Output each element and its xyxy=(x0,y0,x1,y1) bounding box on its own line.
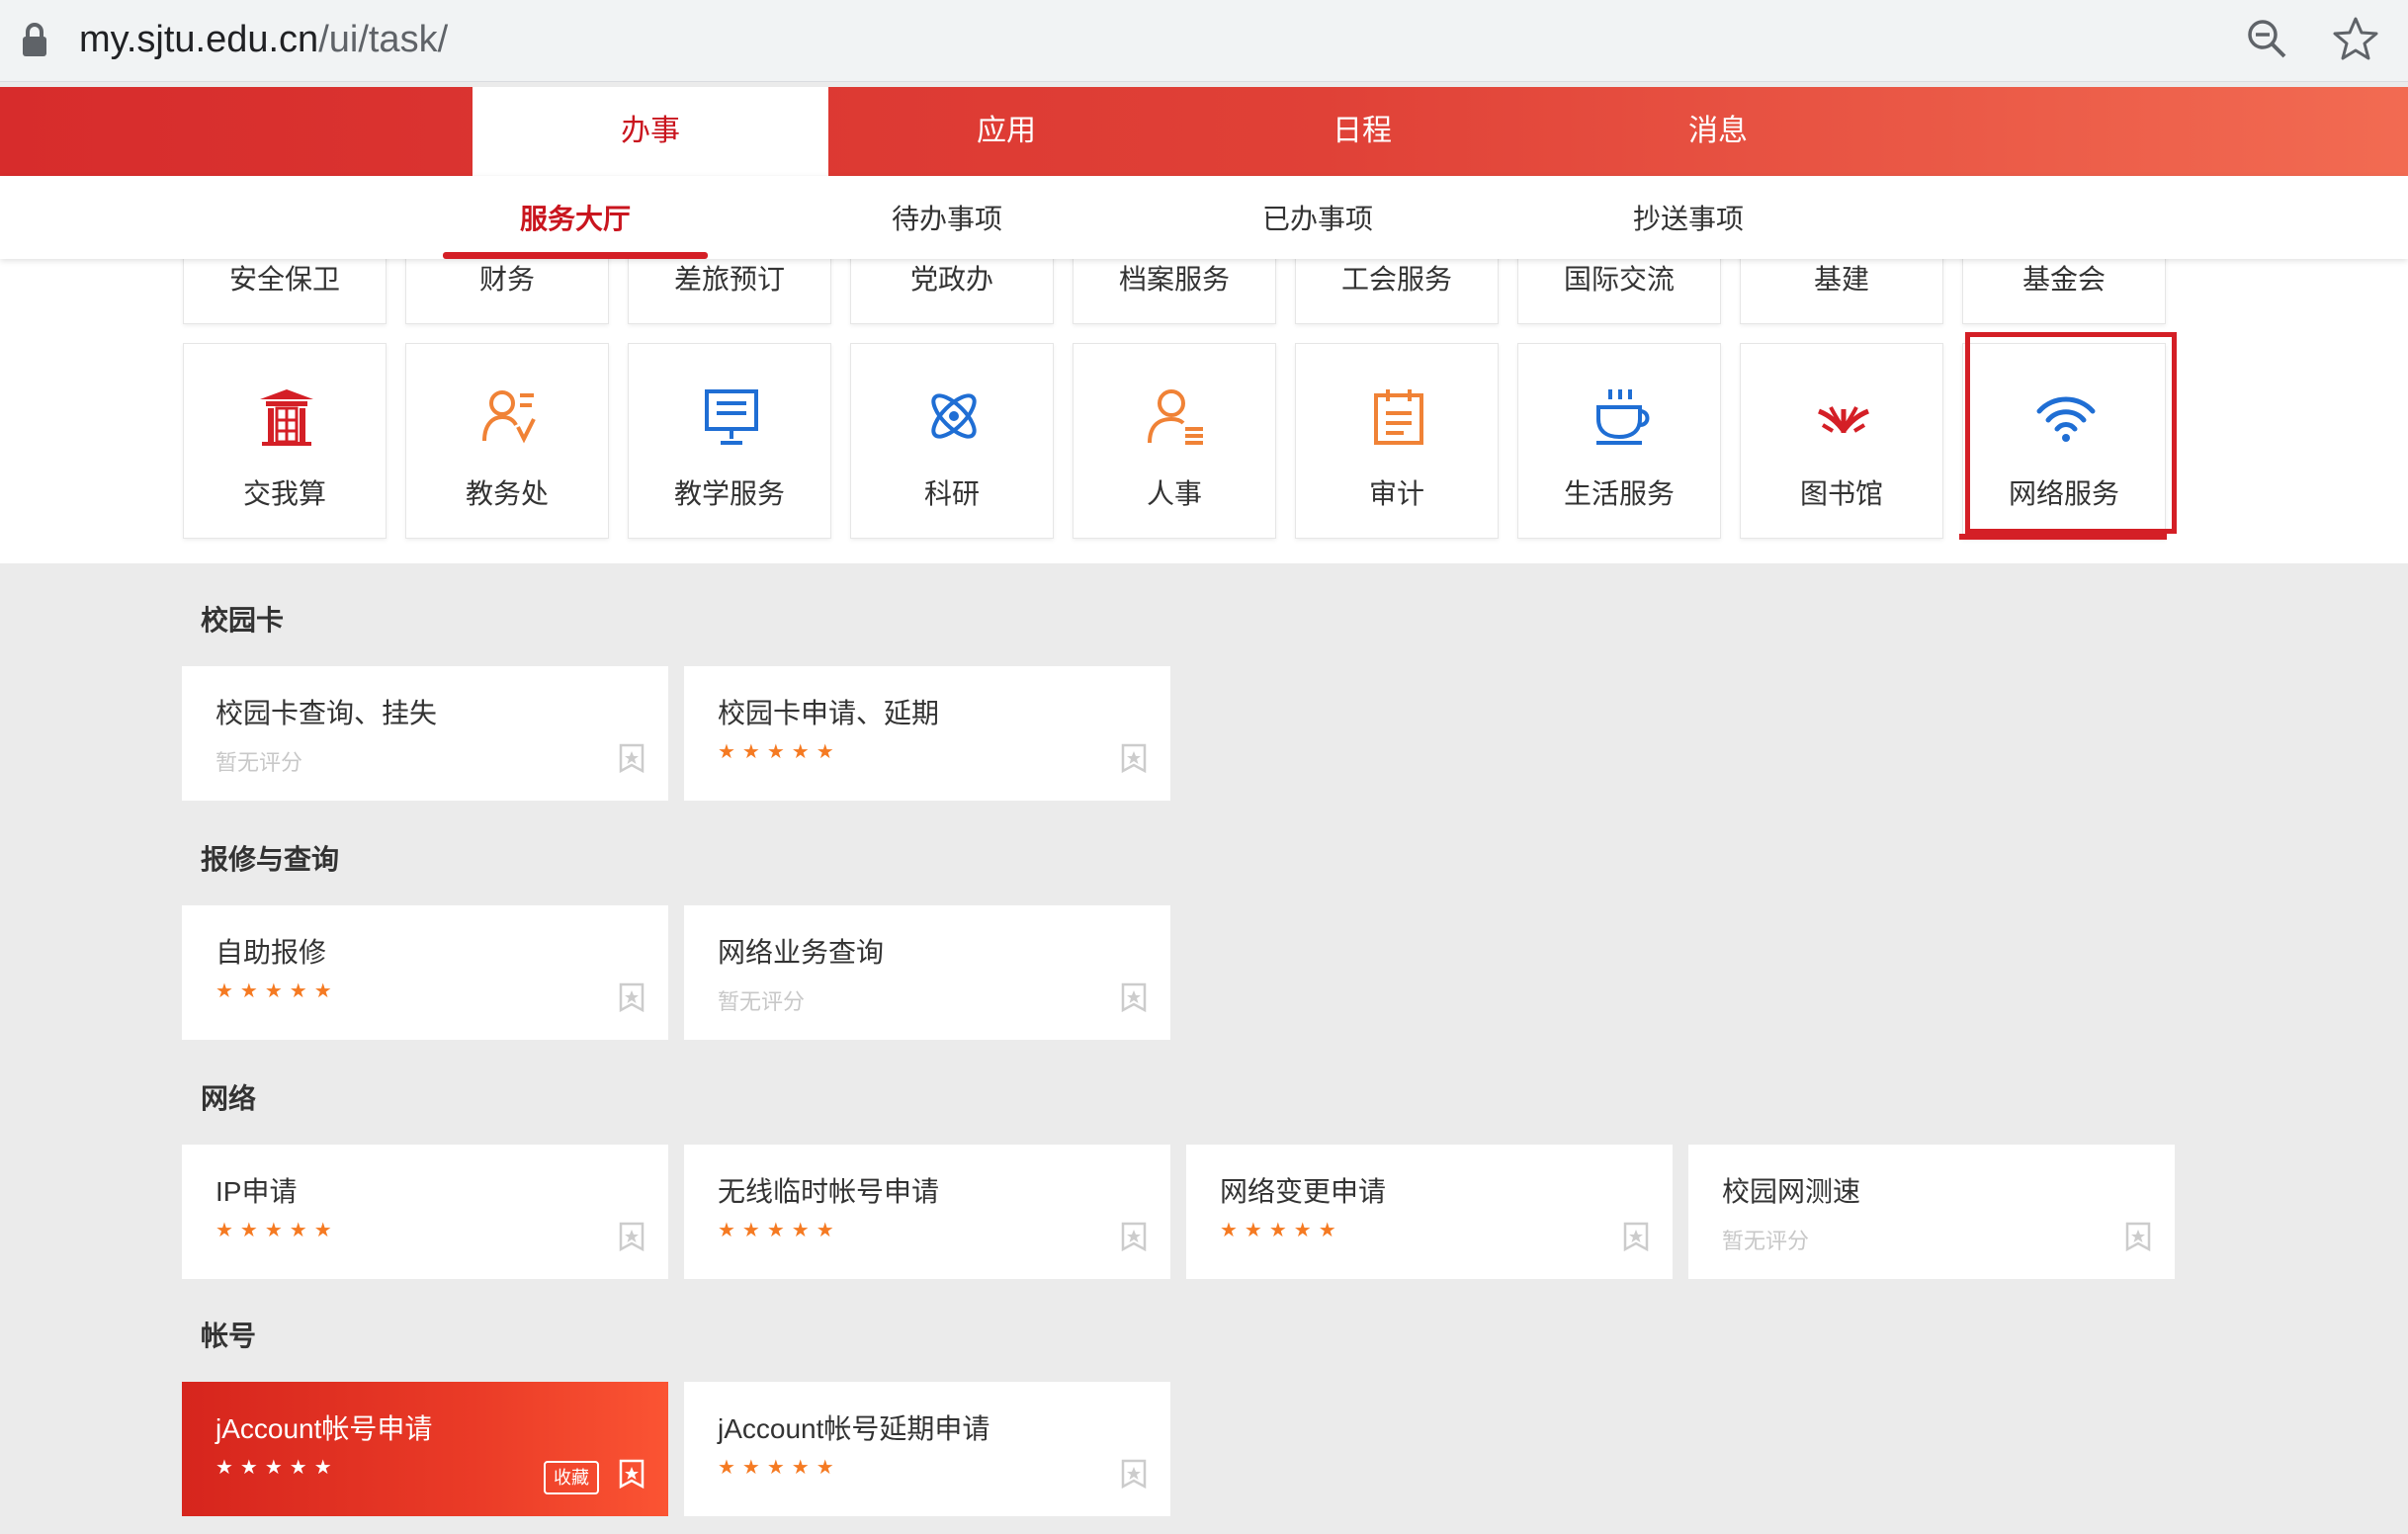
subtab-service-hall[interactable]: 服务大厅 xyxy=(427,176,724,259)
no-rating-text: 暂无评分 xyxy=(215,750,303,775)
service-card[interactable]: 校园网测速 暂无评分 xyxy=(1688,1145,2175,1279)
category-life-services[interactable]: 生活服务 xyxy=(1517,343,1721,539)
service-card[interactable]: 网络变更申请 ★★★★★ xyxy=(1186,1145,1673,1279)
rating-stars: ★★★★★ xyxy=(215,1457,339,1479)
url-field[interactable]: my.sjtu.edu.cn/ui/task/ xyxy=(79,12,448,67)
favorite-icon[interactable] xyxy=(619,1459,645,1489)
category-label: 财务 xyxy=(478,264,535,295)
category-library[interactable]: 图书馆 xyxy=(1740,343,1943,539)
tab-banshi[interactable]: 办事 xyxy=(473,87,828,176)
card-title: jAccount帐号延期申请 xyxy=(718,1413,990,1444)
card-title: IP申请 xyxy=(215,1176,298,1207)
bookmark-star-icon[interactable] xyxy=(2333,16,2378,61)
favorite-icon[interactable] xyxy=(1121,743,1147,773)
service-card[interactable]: 无线临时帐号申请 ★★★★★ xyxy=(684,1145,1170,1279)
favorite-icon[interactable] xyxy=(1121,982,1147,1012)
service-card[interactable]: IP申请 ★★★★★ xyxy=(182,1145,668,1279)
subtab-done[interactable]: 已办事项 xyxy=(1169,176,1466,259)
category-label: 科研 xyxy=(923,478,980,509)
coffee-cup-icon xyxy=(1596,389,1650,445)
atom-icon xyxy=(931,393,977,439)
selected-category-underline xyxy=(1959,534,2167,540)
presentation-board-icon xyxy=(705,389,758,445)
active-subtab-indicator xyxy=(443,252,708,259)
rating-stars: ★★★★★ xyxy=(718,1457,841,1479)
service-card[interactable]: 自助报修 ★★★★★ xyxy=(182,905,668,1040)
category-label: 生活服务 xyxy=(1563,478,1675,509)
rating-stars: ★★★★★ xyxy=(215,980,339,1002)
service-card[interactable]: 校园卡查询、挂失 暂无评分 xyxy=(182,666,668,801)
card-title: 网络变更申请 xyxy=(1220,1176,1387,1207)
rating-stars: ★★★★★ xyxy=(1220,1220,1343,1241)
card-title: 校园网测速 xyxy=(1722,1176,1861,1207)
tab-xiaoxi[interactable]: 消息 xyxy=(1540,87,1896,176)
category-label: 教务处 xyxy=(465,478,549,509)
section-title-account: 帐号 xyxy=(201,1321,257,1351)
lock-icon xyxy=(23,23,46,56)
service-card[interactable]: jAccount帐号延期申请 ★★★★★ xyxy=(684,1382,1170,1516)
category-label: 图书馆 xyxy=(1799,478,1883,509)
person-list-icon xyxy=(482,390,536,444)
card-title: 无线临时帐号申请 xyxy=(718,1176,940,1207)
tab-richeng[interactable]: 日程 xyxy=(1184,87,1540,176)
category-label: 人事 xyxy=(1146,478,1202,509)
category-label: 交我算 xyxy=(242,478,326,509)
category-label: 审计 xyxy=(1368,478,1424,509)
highlight-box xyxy=(1965,332,2177,534)
category-label: 差旅预订 xyxy=(673,264,785,295)
favorite-icon[interactable] xyxy=(2125,1222,2151,1251)
category-label: 党政办 xyxy=(909,264,993,295)
card-title: 网络业务查询 xyxy=(718,937,885,968)
rating-stars: ★★★★★ xyxy=(718,741,841,763)
calendar-list-icon xyxy=(1374,389,1423,445)
zoom-out-icon[interactable] xyxy=(2246,18,2287,59)
service-card[interactable]: 网络业务查询 暂无评分 xyxy=(684,905,1170,1040)
subtab-cc[interactable]: 抄送事项 xyxy=(1540,176,1837,259)
category-audit[interactable]: 审计 xyxy=(1295,343,1499,539)
sjtu-gate-icon xyxy=(260,389,313,446)
subtab-todo[interactable]: 待办事项 xyxy=(799,176,1095,259)
category-research[interactable]: 科研 xyxy=(850,343,1054,539)
rating-stars: ★★★★★ xyxy=(718,1220,841,1241)
service-card[interactable]: 校园卡申请、延期 ★★★★★ xyxy=(684,666,1170,801)
card-title: 校园卡查询、挂失 xyxy=(215,698,438,728)
category-hr[interactable]: 人事 xyxy=(1073,343,1276,539)
category-label: 教学服务 xyxy=(673,478,785,509)
section-title-campus-card: 校园卡 xyxy=(201,605,285,636)
tab-yingyong[interactable]: 应用 xyxy=(828,87,1184,176)
library-logo-icon xyxy=(1818,406,1869,433)
section-title-repair-query: 报修与查询 xyxy=(201,844,340,875)
category-academic-affairs[interactable]: 教务处 xyxy=(405,343,609,539)
favorite-icon[interactable] xyxy=(1623,1222,1649,1251)
section-title-network: 网络 xyxy=(201,1083,257,1114)
no-rating-text: 暂无评分 xyxy=(1722,1229,1810,1253)
collect-button[interactable]: 收藏 xyxy=(544,1461,599,1494)
no-rating-text: 暂无评分 xyxy=(718,989,806,1014)
category-label: 国际交流 xyxy=(1563,264,1675,295)
service-card-highlighted[interactable]: jAccount帐号申请 ★★★★★ 收藏 xyxy=(182,1382,668,1516)
card-title: jAccount帐号申请 xyxy=(215,1413,433,1444)
category-teaching[interactable]: 教学服务 xyxy=(628,343,831,539)
category-jiaowosuan[interactable]: 交我算 xyxy=(183,343,387,539)
category-label: 基建 xyxy=(1813,264,1869,295)
favorite-icon[interactable] xyxy=(1121,1222,1147,1251)
favorite-icon[interactable] xyxy=(619,1222,645,1251)
rating-stars: ★★★★★ xyxy=(215,1220,339,1241)
browser-address-bar: my.sjtu.edu.cn/ui/task/ xyxy=(0,0,2408,82)
person-doc-icon xyxy=(1148,389,1203,445)
category-label: 基金会 xyxy=(2021,264,2106,295)
category-label: 安全保卫 xyxy=(228,264,340,295)
favorite-icon[interactable] xyxy=(1121,1459,1147,1489)
category-label: 档案服务 xyxy=(1118,264,1230,295)
card-title: 校园卡申请、延期 xyxy=(718,698,940,728)
card-title: 自助报修 xyxy=(215,937,327,968)
favorite-icon[interactable] xyxy=(619,982,645,1012)
favorite-icon[interactable] xyxy=(619,743,645,773)
category-label: 工会服务 xyxy=(1340,264,1452,295)
